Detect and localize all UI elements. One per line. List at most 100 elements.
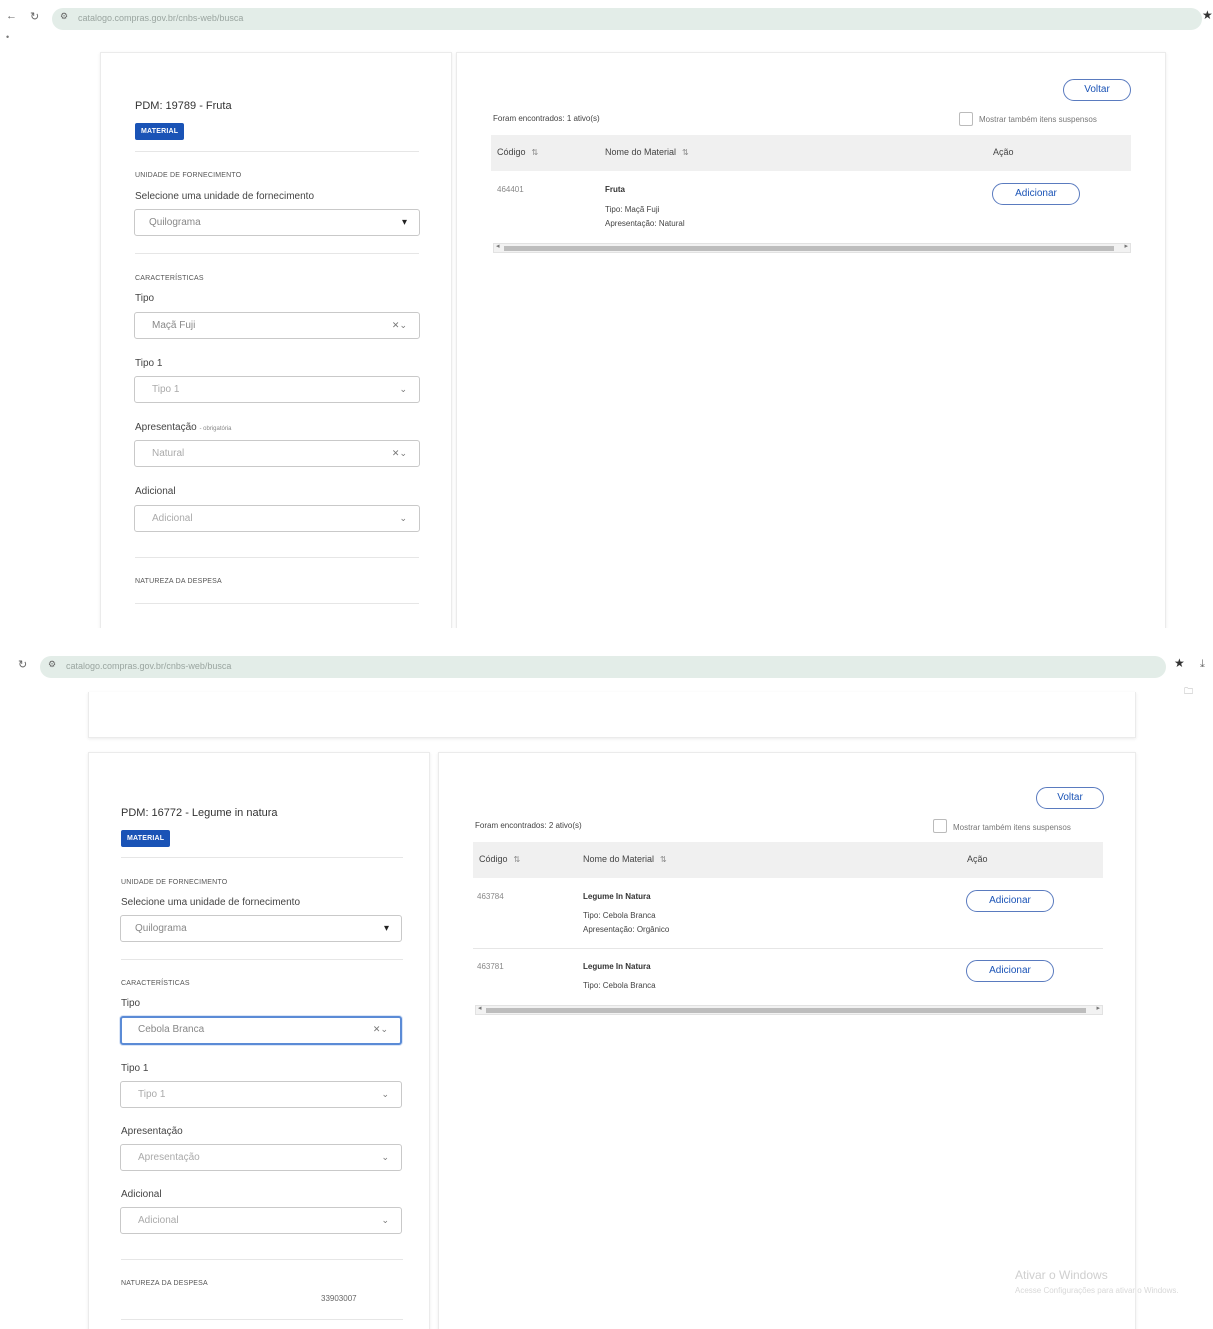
tipo-label: Tipo [121,998,141,1009]
clear-and-chevron-icon[interactable]: ✕⌄ [373,1018,388,1041]
windows-activation-title: Ativar o Windows [1015,1268,1108,1282]
sort-icon[interactable]: ⇅ [660,855,667,864]
apresentacao-select[interactable]: Apresentação ⌄ [120,1144,402,1171]
results-panel: Voltar Foram encontrados: 2 ativo(s) Mos… [438,752,1136,1329]
clear-and-chevron-icon[interactable]: ✕⌄ [392,313,407,338]
scroll-left-icon[interactable]: ◂ [478,1004,482,1012]
adicionar-button[interactable]: Adicionar [966,960,1054,982]
bookmark-star-icon[interactable]: ★ [1174,656,1185,670]
unit-select[interactable]: Quilograma ▾ [134,209,420,236]
table-header: Código ⇅ Nome do Material ⇅ Ação [473,842,1103,878]
tipo1-placeholder: Tipo 1 [152,384,180,395]
tipo1-label: Tipo 1 [121,1063,149,1074]
pdm-title: PDM: 16772 - Legume in natura [121,807,278,819]
site-settings-icon[interactable]: ⚙ [60,11,68,22]
caret-down-icon: ▾ [383,923,389,934]
col-codigo[interactable]: Código ⇅ [497,147,538,157]
divider [135,603,419,604]
unit-section-title: UNIDADE DE FORNECIMENTO [135,172,242,179]
sort-icon[interactable]: ⇅ [682,148,689,157]
tipo1-select[interactable]: Tipo 1 ⌄ [134,376,420,403]
results-panel: Voltar Foram encontrados: 1 ativo(s) Mos… [456,52,1166,628]
folder-icon[interactable]: 🗀 [1184,684,1193,700]
unit-select-value: Quilograma [135,923,187,934]
horizontal-scrollbar[interactable]: ◂ ▸ [475,1005,1103,1015]
reload-icon[interactable]: ↻ [30,10,39,23]
natureza-value: 33903007 [321,1294,357,1303]
col-codigo-label: Código [497,147,526,157]
tipo-label: Tipo [135,293,155,304]
tipo-select[interactable]: Maçã Fuji ✕⌄ [134,312,420,339]
apresentacao-select[interactable]: Natural ✕⌄ [134,440,420,467]
row-name: Fruta [605,185,625,194]
row-code: 464401 [497,185,524,194]
chevron-down-icon: ⌄ [399,513,407,523]
row-tipo: Tipo: Cebola Branca [583,981,656,990]
adicional-placeholder: Adicional [138,1215,179,1226]
tipo-select[interactable]: Cebola Branca ✕⌄ [120,1016,402,1045]
chevron-down-icon: ⌄ [381,1152,389,1162]
row-code: 463781 [477,962,504,971]
results-count: Foram encontrados: 2 ativo(s) [475,821,582,830]
back-icon[interactable]: ← [6,10,17,22]
col-nome-label: Nome do Material [605,147,677,157]
row-apresentacao: Apresentação: Natural [605,219,685,228]
voltar-button[interactable]: Voltar [1063,79,1131,101]
show-suspended-checkbox[interactable] [933,819,947,833]
col-codigo[interactable]: Código ⇅ [479,854,520,864]
bookmark-star-icon[interactable]: ★ [1202,8,1213,22]
natureza-section-title: NATUREZA DA DESPESA [135,578,222,585]
unit-section-title: UNIDADE DE FORNECIMENTO [121,879,228,886]
col-nome[interactable]: Nome do Material ⇅ [583,854,667,864]
col-nome-label: Nome do Material [583,854,655,864]
scroll-left-icon[interactable]: ◂ [496,242,500,250]
address-bar[interactable]: ⚙ catalogo.compras.gov.br/cnbs-web/busca [40,656,1166,678]
adicionar-button[interactable]: Adicionar [992,183,1080,205]
screenshot-legume: ↻ ⚙ catalogo.compras.gov.br/cnbs-web/bus… [0,652,1213,1329]
scroll-right-icon[interactable]: ▸ [1124,242,1128,250]
col-codigo-label: Código [479,854,508,864]
voltar-button[interactable]: Voltar [1036,787,1104,809]
unit-select-value: Quilograma [149,217,201,228]
characteristics-section-title: CARACTERÍSTICAS [121,980,190,987]
filter-panel: PDM: 19789 - Fruta MATERIAL UNIDADE DE F… [100,52,452,628]
row-tipo: Tipo: Maçã Fuji [605,205,660,214]
row-name: Legume In Natura [583,892,651,901]
chevron-down-icon: ⌄ [381,1089,389,1099]
results-count: Foram encontrados: 1 ativo(s) [493,114,600,123]
adicional-select[interactable]: Adicional ⌄ [120,1207,402,1234]
tipo-select-value: Cebola Branca [138,1024,205,1035]
col-nome[interactable]: Nome do Material ⇅ [605,147,689,157]
caret-down-icon: ▾ [401,217,407,228]
adicionar-button[interactable]: Adicionar [966,890,1054,912]
divider [121,857,403,858]
clear-and-chevron-icon[interactable]: ✕⌄ [392,441,407,466]
row-name: Legume In Natura [583,962,651,971]
url-text: catalogo.compras.gov.br/cnbs-web/busca [66,661,232,671]
download-icon[interactable]: ⤓ [1200,658,1205,671]
col-acao: Ação [993,147,1014,157]
sort-icon[interactable]: ⇅ [532,148,539,157]
natureza-section-title: NATUREZA DA DESPESA [121,1280,208,1287]
apresentacao-label: Apresentação - obrigatória [135,422,232,433]
horizontal-scrollbar[interactable]: ◂ ▸ [493,243,1131,253]
site-settings-icon[interactable]: ⚙ [48,659,56,670]
scrollbar-thumb[interactable] [504,246,1114,251]
tipo1-select[interactable]: Tipo 1 ⌄ [120,1081,402,1108]
sort-icon[interactable]: ⇅ [514,855,521,864]
material-badge: MATERIAL [121,830,171,847]
row-apresentacao: Apresentação: Orgânico [583,925,670,934]
divider [135,557,419,558]
adicional-select[interactable]: Adicional ⌄ [134,505,420,532]
chevron-down-icon: ⌄ [381,1215,389,1225]
show-suspended-checkbox[interactable] [959,112,973,126]
row-code: 463784 [477,892,504,901]
tipo-select-value: Maçã Fuji [152,320,196,331]
scroll-right-icon[interactable]: ▸ [1096,1004,1100,1012]
search-panel [88,692,1136,738]
unit-select[interactable]: Quilograma ▾ [120,915,402,942]
address-bar[interactable]: ⚙ catalogo.compras.gov.br/cnbs-web/busca [52,8,1202,30]
divider [135,151,419,152]
scrollbar-thumb[interactable] [486,1008,1086,1013]
reload-icon[interactable]: ↻ [18,658,27,671]
